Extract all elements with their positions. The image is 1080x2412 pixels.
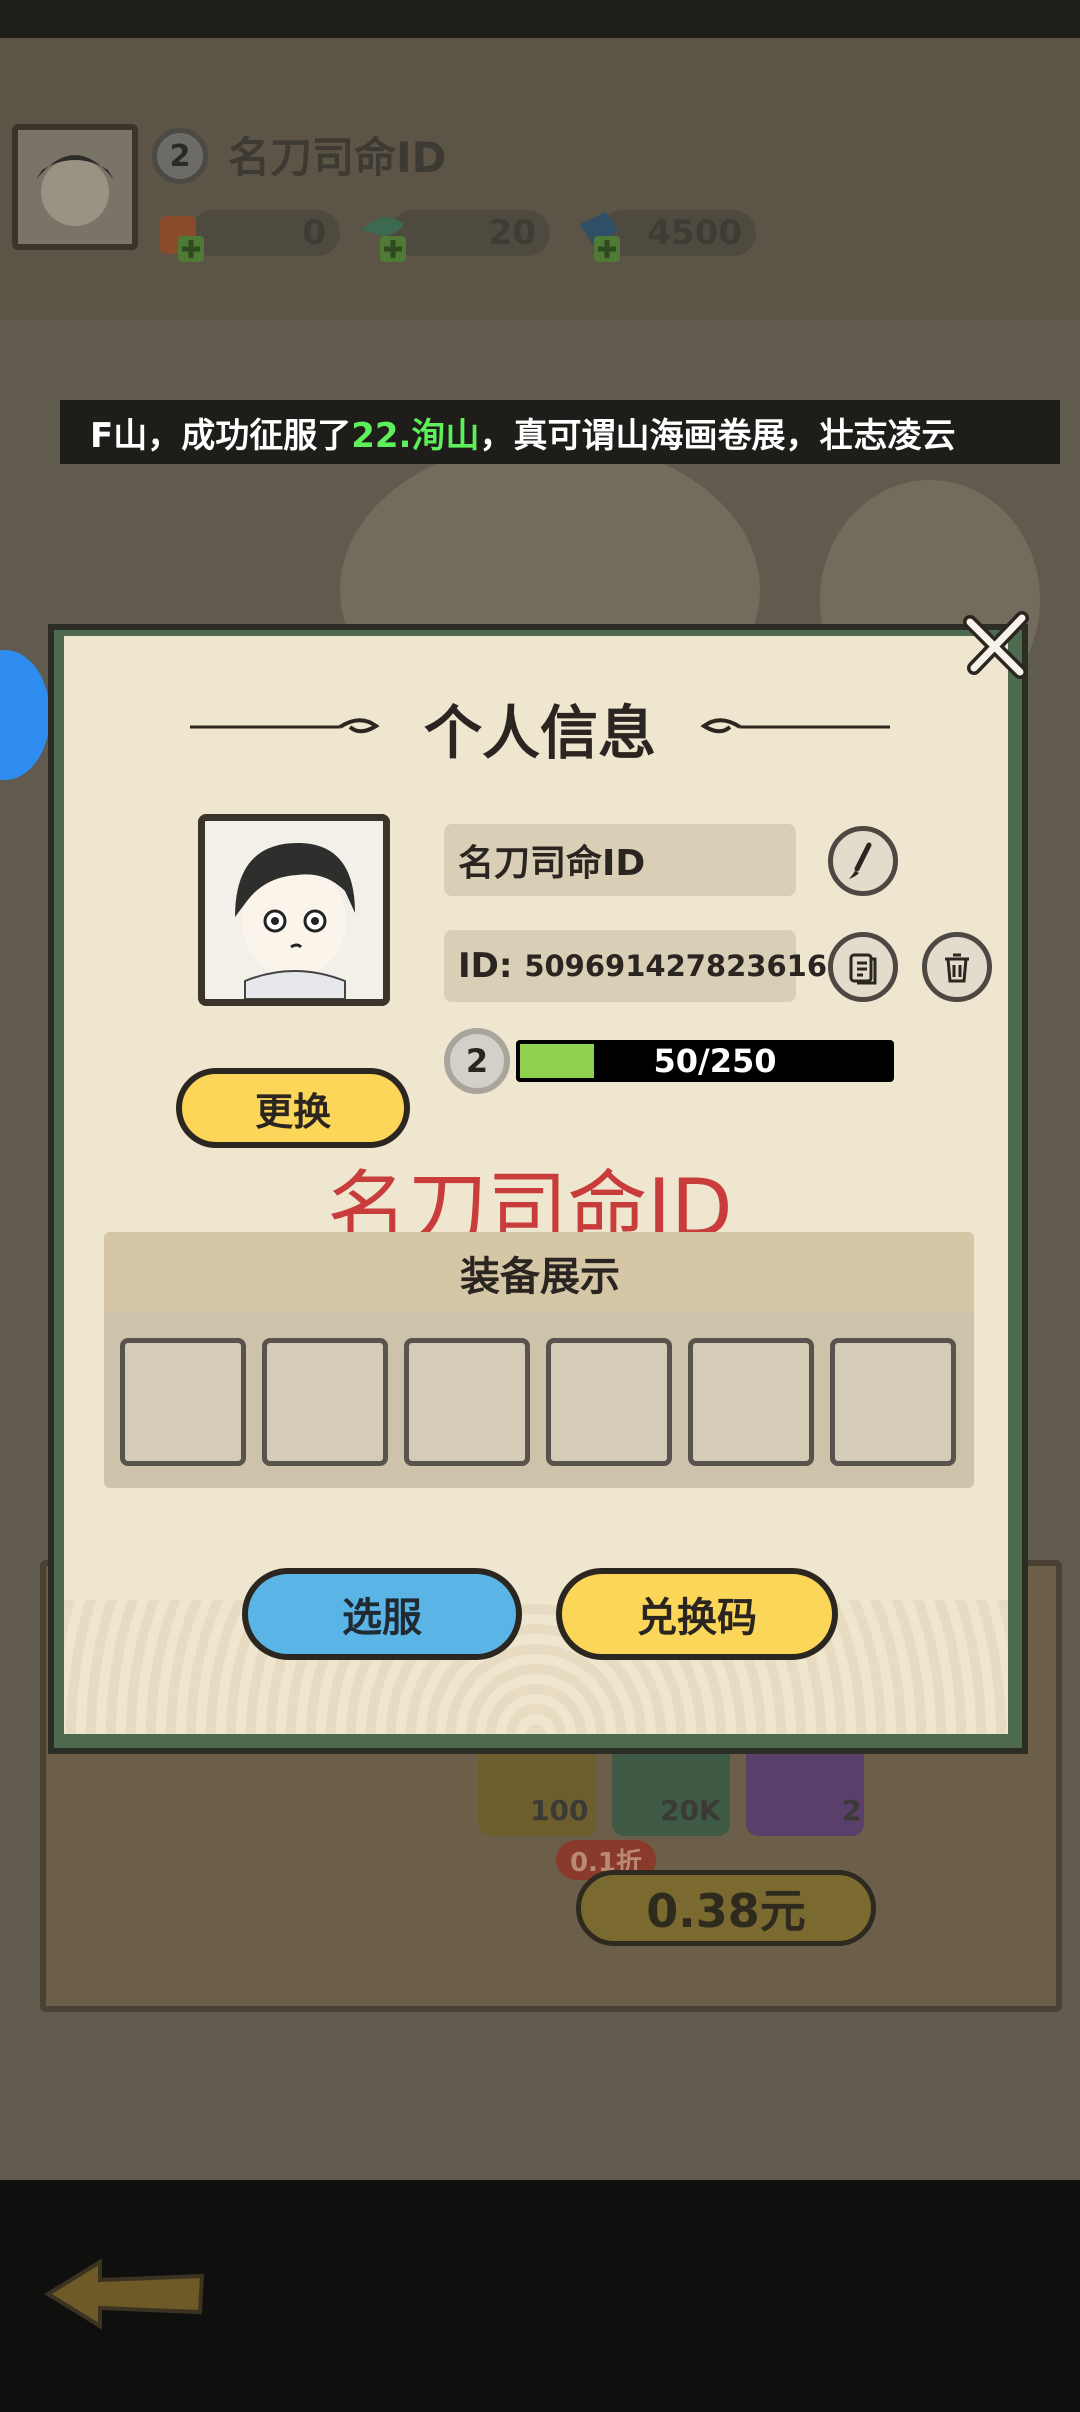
player-name-field: 名刀司命ID: [444, 824, 796, 896]
redeem-code-button[interactable]: 兑换码: [556, 1568, 838, 1660]
title-ornament-right: [700, 718, 890, 734]
equipment-slot[interactable]: [404, 1338, 530, 1466]
dialog-title: 个人信息: [423, 699, 656, 767]
id-label: ID:: [458, 946, 513, 986]
equipment-slot[interactable]: [688, 1338, 814, 1466]
equipment-slot[interactable]: [262, 1338, 388, 1466]
id-value: 509691427823616: [524, 949, 828, 983]
level-badge: 2: [444, 1028, 510, 1094]
player-avatar: [198, 814, 390, 1006]
xp-progress-bar: 50/250: [516, 1040, 894, 1082]
change-avatar-button[interactable]: 更换: [176, 1068, 410, 1148]
equipment-title: 装备展示: [460, 1254, 620, 1300]
edit-name-icon[interactable]: [828, 826, 898, 896]
delete-account-icon[interactable]: [922, 932, 992, 1002]
equipment-slot[interactable]: [830, 1338, 956, 1466]
copy-icon[interactable]: [828, 932, 898, 1002]
equipment-slot[interactable]: [120, 1338, 246, 1466]
player-id-field: ID: 509691427823616: [444, 930, 827, 1002]
close-icon[interactable]: [960, 608, 1034, 682]
select-server-button[interactable]: 选服: [242, 1568, 522, 1660]
xp-progress-text: 50/250: [653, 1042, 777, 1080]
equipment-slot[interactable]: [546, 1338, 672, 1466]
dialog-wave-pattern: [64, 1600, 1008, 1734]
